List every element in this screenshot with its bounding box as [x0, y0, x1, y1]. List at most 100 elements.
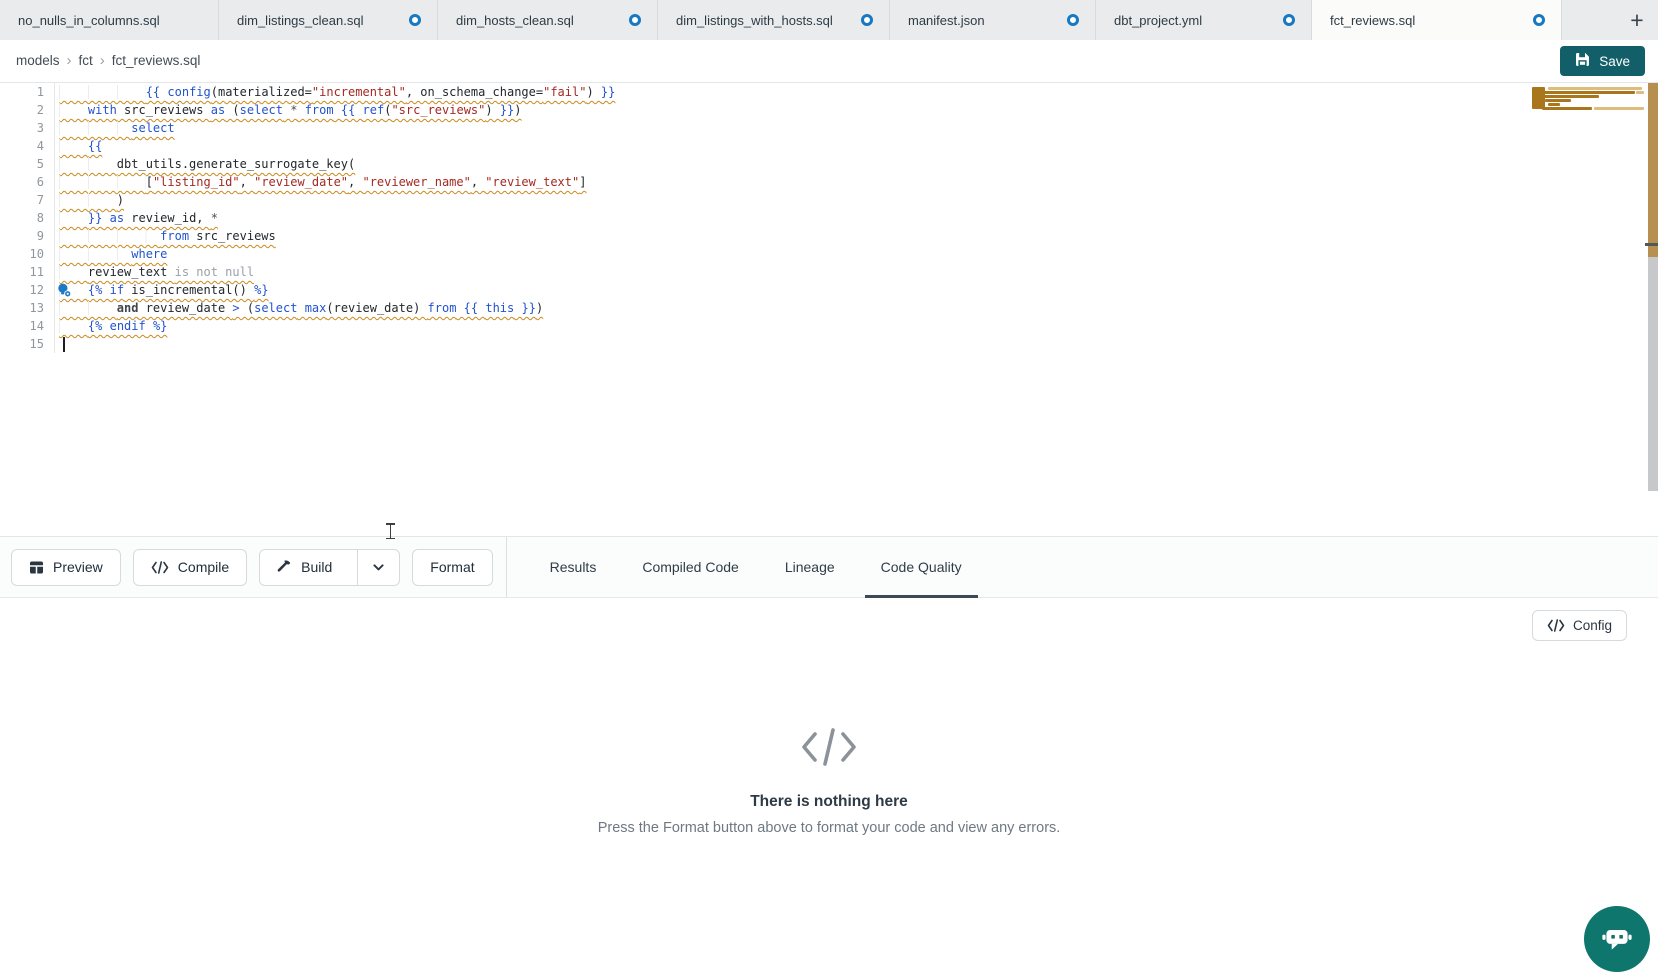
line-number: 7: [0, 191, 44, 209]
format-button-label: Format: [430, 559, 474, 575]
tab-results[interactable]: Results: [527, 537, 620, 597]
line-number: 11: [0, 263, 44, 281]
code-line-15[interactable]: 15: [0, 335, 1658, 353]
minimap-bar: [1541, 95, 1599, 98]
empty-state-subtitle: Press the Format button above to format …: [0, 820, 1658, 836]
preview-button[interactable]: Preview: [11, 549, 121, 586]
breadcrumb-separator: ›: [67, 52, 72, 69]
editor-scrollbar[interactable]: [1645, 83, 1658, 536]
file-tab-label: fct_reviews.sql: [1330, 13, 1523, 28]
code-line-3[interactable]: 3 select: [0, 119, 1658, 137]
breadcrumb-item-fct-reviews-sql[interactable]: fct_reviews.sql: [112, 53, 201, 68]
robot-icon: [1599, 920, 1635, 959]
breadcrumb: models › fct › fct_reviews.sql: [16, 52, 200, 70]
table-icon: [29, 560, 44, 575]
line-number: 12: [0, 281, 44, 299]
result-panel-tabs: ResultsCompiled CodeLineageCode Quality: [527, 537, 985, 597]
toolbar-divider: [506, 537, 507, 597]
code-line-14[interactable]: 14 {% endif %}: [0, 317, 1658, 335]
code-line-11[interactable]: 11 review_text is not null: [0, 263, 1658, 281]
new-tab-button[interactable]: +: [1616, 0, 1658, 40]
tab-code-quality[interactable]: Code Quality: [858, 537, 985, 597]
file-tab-manifest-json[interactable]: manifest.json: [890, 0, 1096, 40]
minimap-bar: [1636, 91, 1644, 94]
line-number: 10: [0, 245, 44, 263]
line-number: 14: [0, 317, 44, 335]
empty-state: There is nothing here Press the Format b…: [0, 598, 1658, 836]
line-number: 8: [0, 209, 44, 227]
code-line-10[interactable]: 10 where: [0, 245, 1658, 263]
file-tab-fct-reviews-sql[interactable]: fct_reviews.sql: [1312, 0, 1562, 40]
breadcrumb-separator: ›: [100, 52, 105, 69]
breadcrumb-bar: models › fct › fct_reviews.sql Save: [0, 40, 1658, 83]
minimap-bar: [1542, 107, 1592, 110]
modified-dot-icon: [1533, 14, 1545, 26]
editor-toolbar: Preview Compile Build Format ResultsCompile…: [0, 536, 1658, 598]
line-number: 9: [0, 227, 44, 245]
config-button-label: Config: [1573, 618, 1612, 633]
line-number: 2: [0, 101, 44, 119]
code-quality-panel: Config There is nothing here Press the F…: [0, 598, 1658, 955]
code-line-9[interactable]: 9 from src_reviews: [0, 227, 1658, 245]
compile-button-label: Compile: [178, 559, 229, 575]
minimap-bar: [1594, 107, 1644, 110]
code-line-1[interactable]: 1 {{ config(materialized="incremental", …: [0, 83, 1658, 101]
breadcrumb-item-models[interactable]: models: [16, 53, 60, 68]
file-tab-dim-listings-clean-sql[interactable]: dim_listings_clean.sql: [219, 0, 438, 40]
build-main-button[interactable]: Build: [260, 550, 348, 585]
tab-lineage[interactable]: Lineage: [762, 537, 858, 597]
code-line-6[interactable]: 6 ["listing_id", "review_date", "reviewe…: [0, 173, 1658, 191]
modified-dot-icon: [629, 14, 641, 26]
code-line-5[interactable]: 5 dbt_utils.generate_surrogate_key(: [0, 155, 1658, 173]
file-tab-label: dim_listings_clean.sql: [237, 13, 399, 28]
save-button[interactable]: Save: [1560, 46, 1645, 76]
breadcrumb-item-fct[interactable]: fct: [79, 53, 93, 68]
file-tab-label: dim_listings_with_hosts.sql: [676, 13, 851, 28]
line-number: 3: [0, 119, 44, 137]
save-button-label: Save: [1599, 54, 1630, 69]
minimap[interactable]: [1532, 85, 1644, 123]
code-lines: 1 {{ config(materialized="incremental", …: [0, 83, 1658, 353]
code-line-7[interactable]: 7 ): [0, 191, 1658, 209]
file-tab-dbt-project-yml[interactable]: dbt_project.yml: [1096, 0, 1312, 40]
code-icon: [151, 561, 169, 574]
build-button-label: Build: [301, 559, 332, 575]
format-button[interactable]: Format: [412, 549, 492, 586]
code-line-13[interactable]: 13 and review_date > (select max(review_…: [0, 299, 1658, 317]
minimap-bar: [1548, 87, 1642, 90]
hammer-icon: [276, 559, 292, 575]
line-number: 6: [0, 173, 44, 191]
file-tab-label: no_nulls_in_columns.sql: [18, 13, 202, 28]
code-slash-icon: [798, 755, 860, 772]
file-tab-no-nulls-in-columns-sql[interactable]: no_nulls_in_columns.sql: [0, 0, 219, 40]
build-button[interactable]: Build: [259, 549, 400, 586]
minimap-bar: [1545, 99, 1571, 102]
line-number: 1: [0, 83, 44, 101]
file-tab-label: dbt_project.yml: [1114, 13, 1273, 28]
code-editor[interactable]: 1 {{ config(materialized="incremental", …: [0, 83, 1658, 536]
compile-button[interactable]: Compile: [133, 549, 247, 586]
preview-button-label: Preview: [53, 559, 103, 575]
config-button[interactable]: Config: [1532, 610, 1627, 641]
code-action-lightbulb-icon[interactable]: [57, 283, 72, 298]
code-line-8[interactable]: 8 }} as review_id, *: [0, 209, 1658, 227]
file-tab-bar: no_nulls_in_columns.sql dim_listings_clea…: [0, 0, 1658, 40]
code-line-12[interactable]: 12 {% if is_incremental() %}: [0, 281, 1658, 299]
tab-compiled-code[interactable]: Compiled Code: [619, 537, 762, 597]
mouse-text-cursor: [386, 523, 395, 539]
file-tab-dim-hosts-clean-sql[interactable]: dim_hosts_clean.sql: [438, 0, 658, 40]
scrollbar-thumb[interactable]: [1648, 257, 1658, 491]
file-tab-dim-listings-with-hosts-sql[interactable]: dim_listings_with_hosts.sql: [658, 0, 890, 40]
code-line-2[interactable]: 2 with src_reviews as (select * from {{ …: [0, 101, 1658, 119]
code-line-4[interactable]: 4 {{: [0, 137, 1658, 155]
build-options-chevron-down-icon[interactable]: [357, 550, 399, 585]
text-caret: [63, 337, 65, 352]
chat-assistant-button[interactable]: [1584, 906, 1650, 972]
code-icon: [1547, 619, 1565, 632]
modified-dot-icon: [409, 14, 421, 26]
modified-dot-icon: [861, 14, 873, 26]
line-number: 15: [0, 335, 44, 353]
file-tab-label: manifest.json: [908, 13, 1057, 28]
line-number: 5: [0, 155, 44, 173]
floppy-disk-icon: [1575, 52, 1590, 70]
